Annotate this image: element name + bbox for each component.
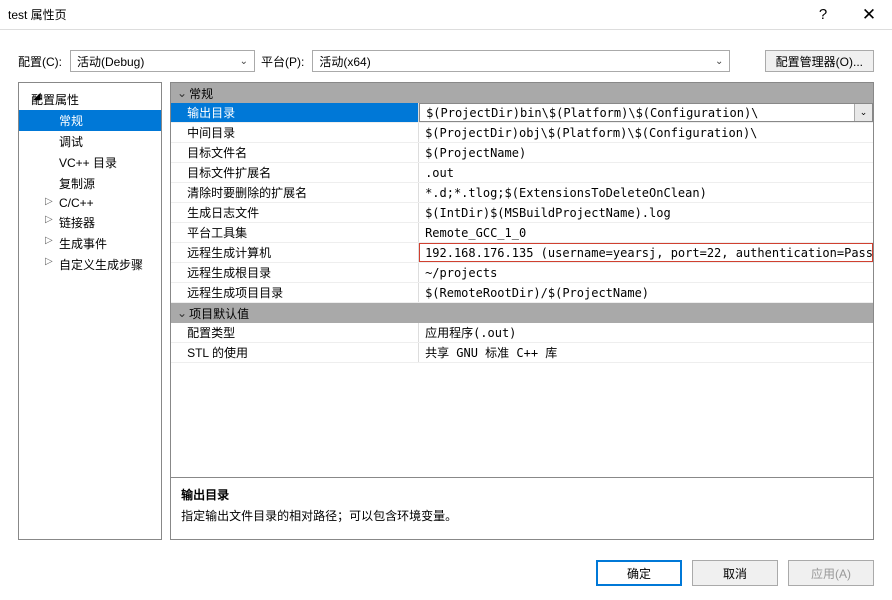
- property-name: 远程生成项目目录: [171, 283, 419, 302]
- arrow-closed-icon: ▷: [45, 256, 53, 267]
- arrow-closed-icon: ▷: [45, 214, 53, 225]
- ok-button[interactable]: 确定: [596, 560, 682, 586]
- arrow-closed-icon: ▷: [45, 196, 53, 207]
- window-title: test 属性页: [8, 6, 800, 23]
- property-value[interactable]: 192.168.176.135 (username=yearsj, port=2…: [419, 243, 873, 262]
- description-panel: 输出目录 指定输出文件目录的相对路径；可以包含环境变量。: [171, 477, 873, 539]
- property-name: 中间目录: [171, 123, 419, 142]
- grid-row[interactable]: STL 的使用共享 GNU 标准 C++ 库: [171, 343, 873, 363]
- grid-row[interactable]: 生成日志文件$(IntDir)$(MSBuildProjectName).log: [171, 203, 873, 223]
- arrow-closed-icon: ▷: [45, 235, 53, 246]
- property-value[interactable]: $(ProjectName): [419, 143, 873, 162]
- property-value[interactable]: ~/projects: [419, 263, 873, 282]
- property-name: 目标文件扩展名: [171, 163, 419, 182]
- grid-row[interactable]: 远程生成项目目录$(RemoteRootDir)/$(ProjectName): [171, 283, 873, 303]
- property-name: 清除时要删除的扩展名: [171, 183, 419, 202]
- property-grid: ⌄ 常规输出目录$(ProjectDir)bin\$(Platform)\$(C…: [170, 82, 874, 540]
- property-value[interactable]: $(IntDir)$(MSBuildProjectName).log: [419, 203, 873, 222]
- property-value[interactable]: .out: [419, 163, 873, 182]
- grid-row[interactable]: 配置类型应用程序(.out): [171, 323, 873, 343]
- property-value[interactable]: *.d;*.tlog;$(ExtensionsToDeleteOnClean): [419, 183, 873, 202]
- property-value[interactable]: $(ProjectDir)bin\$(Platform)\$(Configura…: [419, 103, 873, 122]
- grid-row[interactable]: 目标文件名$(ProjectName): [171, 143, 873, 163]
- property-name: 远程生成计算机: [171, 243, 419, 262]
- grid-row[interactable]: 清除时要删除的扩展名*.d;*.tlog;$(ExtensionsToDelet…: [171, 183, 873, 203]
- grid-row[interactable]: 中间目录$(ProjectDir)obj\$(Platform)\$(Confi…: [171, 123, 873, 143]
- tree-item[interactable]: ◢配置属性: [19, 89, 161, 110]
- description-text: 指定输出文件目录的相对路径；可以包含环境变量。: [181, 507, 863, 524]
- property-value[interactable]: $(RemoteRootDir)/$(ProjectName): [419, 283, 873, 302]
- grid-row[interactable]: 目标文件扩展名.out: [171, 163, 873, 183]
- tree-item[interactable]: 复制源: [19, 173, 161, 194]
- property-name: STL 的使用: [171, 343, 419, 362]
- config-row: 配置(C): 活动(Debug) ⌄ 平台(P): 活动(x64) ⌄ 配置管理…: [0, 30, 892, 82]
- grid-section-header[interactable]: ⌄ 常规: [171, 83, 873, 103]
- tree-item[interactable]: VC++ 目录: [19, 152, 161, 173]
- grid-row[interactable]: 远程生成根目录~/projects: [171, 263, 873, 283]
- arrow-open-icon: ◢: [33, 91, 41, 102]
- tree-item[interactable]: ▷链接器: [19, 212, 161, 233]
- tree-item[interactable]: ▷自定义生成步骤: [19, 254, 161, 275]
- property-name: 平台工具集: [171, 223, 419, 242]
- property-name: 输出目录: [171, 103, 419, 122]
- collapse-icon: ⌄: [175, 86, 189, 100]
- config-manager-button[interactable]: 配置管理器(O)...: [765, 50, 874, 72]
- platform-label: 平台(P):: [261, 53, 304, 70]
- chevron-down-icon: ⌄: [240, 56, 248, 67]
- nav-tree: ◢配置属性常规调试VC++ 目录复制源▷C/C++▷链接器▷生成事件▷自定义生成…: [18, 82, 162, 540]
- platform-dropdown[interactable]: 活动(x64) ⌄: [312, 50, 730, 72]
- property-name: 配置类型: [171, 323, 419, 342]
- grid-section-header[interactable]: ⌄ 项目默认值: [171, 303, 873, 323]
- tree-item[interactable]: ▷生成事件: [19, 233, 161, 254]
- property-name: 生成日志文件: [171, 203, 419, 222]
- tree-item[interactable]: 调试: [19, 131, 161, 152]
- property-name: 目标文件名: [171, 143, 419, 162]
- config-label: 配置(C):: [18, 53, 62, 70]
- tree-item[interactable]: ▷C/C++: [19, 194, 161, 212]
- grid-row[interactable]: 输出目录$(ProjectDir)bin\$(Platform)\$(Confi…: [171, 103, 873, 123]
- apply-button[interactable]: 应用(A): [788, 560, 874, 586]
- collapse-icon: ⌄: [175, 306, 189, 320]
- description-title: 输出目录: [181, 486, 863, 503]
- grid-row[interactable]: 远程生成计算机192.168.176.135 (username=yearsj,…: [171, 243, 873, 263]
- config-dropdown[interactable]: 活动(Debug) ⌄: [70, 50, 255, 72]
- close-button[interactable]: ✕: [846, 0, 892, 30]
- titlebar: test 属性页 ? ✕: [0, 0, 892, 30]
- property-value[interactable]: Remote_GCC_1_0: [419, 223, 873, 242]
- property-value[interactable]: 应用程序(.out): [419, 323, 873, 342]
- property-value[interactable]: 共享 GNU 标准 C++ 库: [419, 343, 873, 362]
- tree-item[interactable]: 常规: [19, 110, 161, 131]
- chevron-down-icon[interactable]: ⌄: [854, 104, 872, 121]
- dialog-buttons: 确定 取消 应用(A): [596, 560, 874, 586]
- property-value[interactable]: $(ProjectDir)obj\$(Platform)\$(Configura…: [419, 123, 873, 142]
- property-name: 远程生成根目录: [171, 263, 419, 282]
- chevron-down-icon: ⌄: [715, 56, 723, 67]
- cancel-button[interactable]: 取消: [692, 560, 778, 586]
- grid-row[interactable]: 平台工具集Remote_GCC_1_0: [171, 223, 873, 243]
- help-button[interactable]: ?: [800, 0, 846, 30]
